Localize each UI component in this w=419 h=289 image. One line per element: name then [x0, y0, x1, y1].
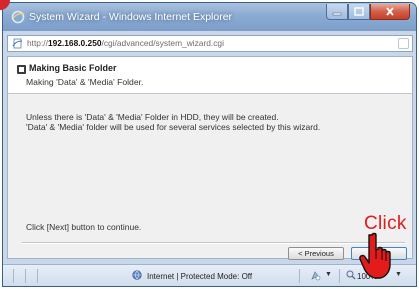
wizard-subtitle: Making 'Data' & 'Media' Folder. — [26, 77, 144, 87]
description-line-2: 'Data' & 'Media' folder will be used for… — [26, 122, 321, 132]
address-bar[interactable]: http://192.168.0.250/cgi/advanced/system… — [7, 35, 413, 52]
wizard-body: Unless there is 'Data' & 'Media' Folder … — [8, 94, 412, 260]
description-line-1: Unless there is 'Data' & 'Media' Folder … — [26, 112, 279, 122]
page-compat-button[interactable] — [398, 38, 409, 49]
maximize-button[interactable] — [348, 4, 370, 20]
address-url: http://192.168.0.250/cgi/advanced/system… — [27, 38, 224, 48]
window-controls — [326, 4, 410, 21]
previous-button[interactable]: < Previous — [288, 247, 344, 260]
footer-divider — [22, 242, 405, 244]
status-separator — [13, 269, 14, 283]
minimize-icon — [332, 12, 342, 15]
continue-instruction: Click [Next] button to continue. — [26, 222, 142, 232]
ie-icon — [11, 10, 25, 24]
close-icon — [386, 7, 394, 16]
status-separator — [299, 269, 300, 283]
chevron-down-icon[interactable]: ▼ — [325, 271, 332, 278]
minimize-button[interactable] — [326, 4, 348, 20]
security-icon[interactable] — [310, 270, 321, 281]
wizard-title: Making Basic Folder — [29, 63, 117, 73]
hand-pointer-icon — [359, 232, 391, 279]
window-title: System Wizard - Windows Internet Explore… — [29, 11, 233, 23]
status-separator — [25, 269, 26, 283]
close-button[interactable] — [370, 4, 410, 20]
wizard-page: Making Basic Folder Making 'Data' & 'Med… — [7, 56, 413, 260]
page-icon — [12, 38, 23, 49]
wizard-header: Making Basic Folder Making 'Data' & 'Med… — [8, 57, 412, 94]
folder-icon — [17, 65, 26, 74]
status-separator — [37, 269, 38, 283]
globe-icon — [132, 270, 142, 280]
title-bar[interactable]: System Wizard - Windows Internet Explore… — [3, 3, 416, 31]
maximize-icon — [354, 7, 364, 16]
security-zone-text[interactable]: Internet | Protected Mode: Off — [147, 272, 252, 281]
status-separator — [339, 269, 340, 283]
